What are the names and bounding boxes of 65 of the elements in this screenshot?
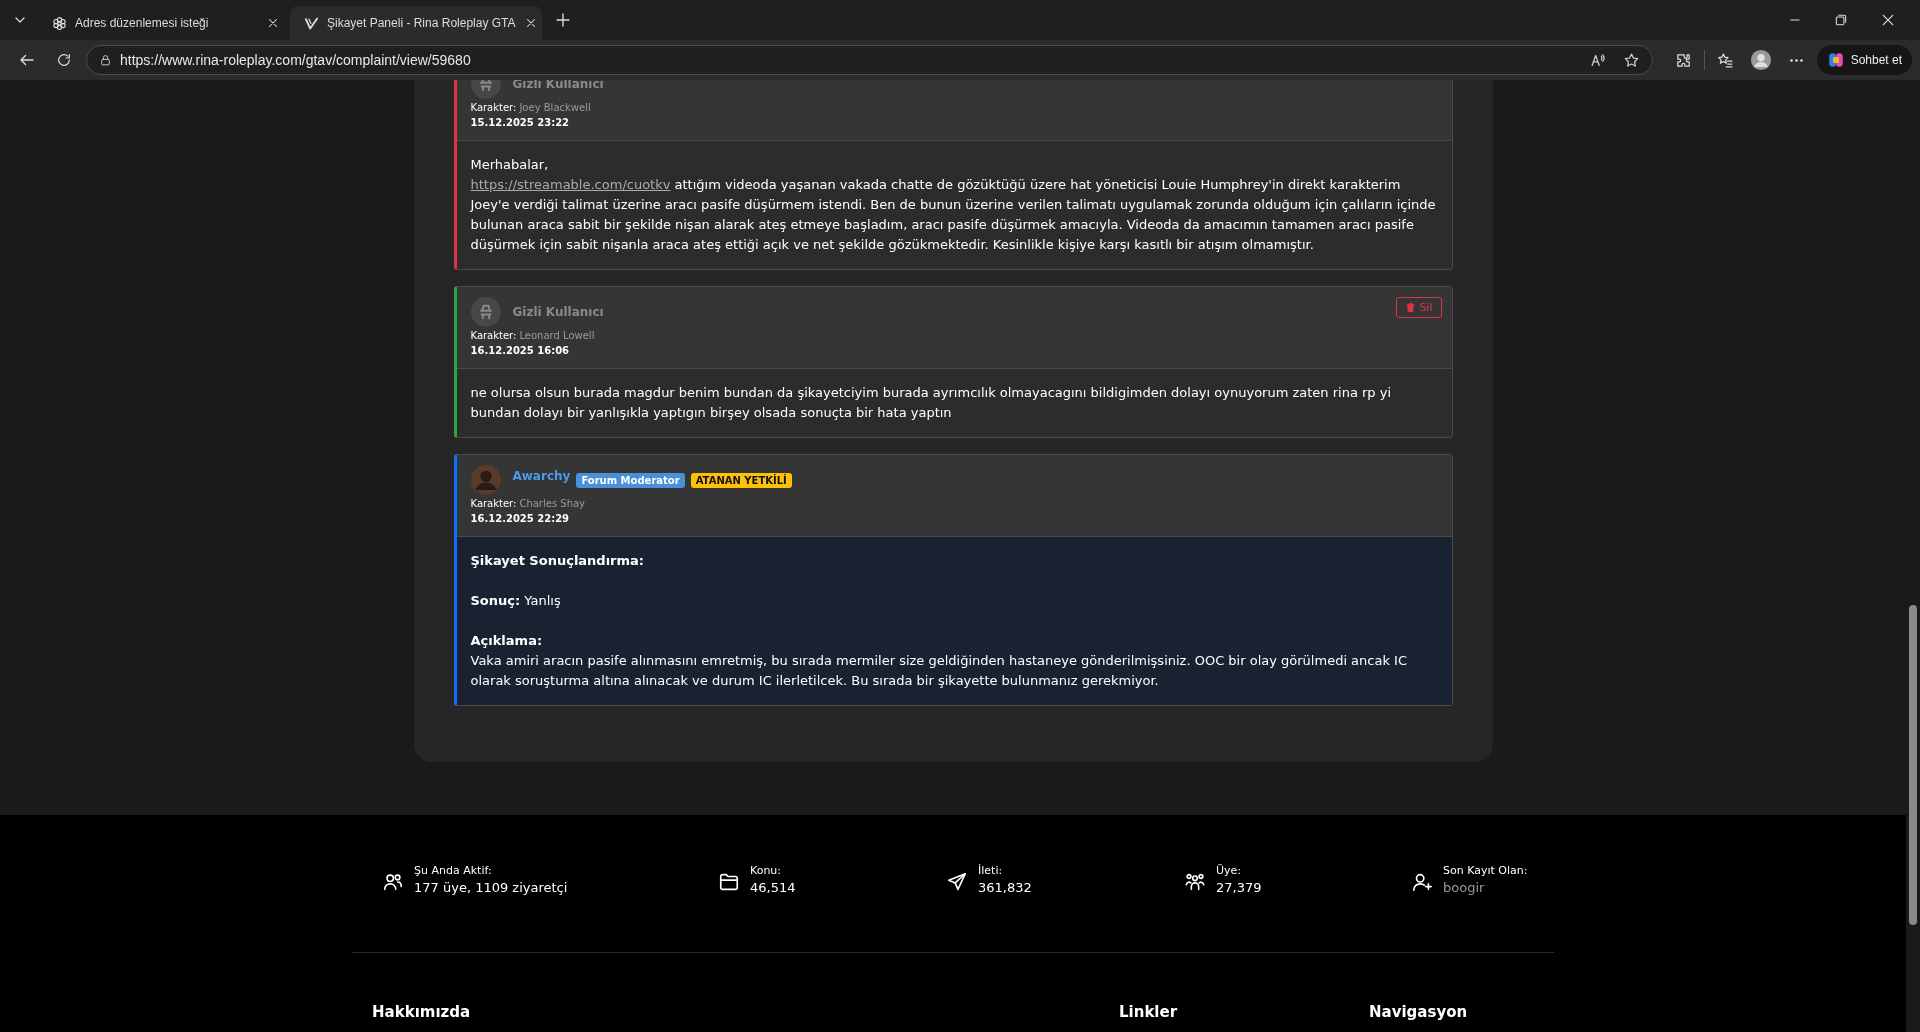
tab-title: Şikayet Paneli - Rina Roleplay GTA (327, 16, 516, 30)
url-text: https://www.rina-roleplay.com/gtav/complaint/view/59680 (120, 52, 471, 68)
stat-value: 46,514 (750, 879, 796, 897)
profile-icon[interactable] (1749, 49, 1772, 71)
address-bar[interactable]: https://www.rina-roleplay.com/gtav/complaint/view/59680 (86, 45, 1653, 75)
character-label: Karakter: (470, 498, 517, 509)
read-aloud-icon[interactable] (1589, 51, 1607, 69)
paragraph: Vaka amiri aracın pasife alınmasını emretmiş, bu sırada mermiler size geldiğinden hastaneye gönderilmişsiniz. OOC bir olay görülmedi ancak IC olarak soruşturma altına alınacak ve durum IC ilerletilcek. Bu sırada bir şikayette bulunmanız gerekmiyor. (470, 652, 1408, 690)
stat-label: Üye: (1216, 863, 1243, 879)
paper-plane-icon (946, 871, 968, 893)
section-heading: Açıklama: (470, 632, 544, 650)
close-icon[interactable] (1880, 12, 1896, 28)
author-name[interactable]: Awarchy (512, 469, 571, 483)
favorites-icon[interactable] (1716, 51, 1734, 69)
folder-icon (718, 871, 740, 893)
stat-value: 177 üye, 1109 ziyaretçi (414, 879, 568, 897)
footer-heading: Hakkımızda (372, 1003, 472, 1021)
footer-heading: Navigasyon (1369, 1003, 1469, 1021)
puzzle-icon[interactable] (1674, 51, 1692, 69)
character-label: Karakter: (470, 102, 517, 113)
stat-label: Şu Anda Aktif: (414, 863, 493, 879)
user-link[interactable]: boogir (1443, 879, 1528, 897)
close-icon[interactable] (266, 16, 280, 30)
scrollbar-thumb[interactable] (1909, 605, 1917, 925)
browser-tab[interactable]: Şikayet Paneli - Rina Roleplay GTA (290, 6, 542, 40)
scrollbar[interactable] (1906, 80, 1920, 1032)
user-plus-icon (1411, 871, 1433, 893)
character-name: Leonard Lowell (519, 330, 595, 341)
role-badge: ATANAN YETKİLİ (690, 472, 792, 488)
users-icon (382, 871, 404, 893)
anonymous-avatar (470, 297, 501, 327)
paragraph: Sonuç: Yanlış (470, 592, 562, 610)
footer-heading: Linkler (1119, 1003, 1179, 1021)
stat-label: İleti: (978, 863, 1004, 879)
author-name[interactable]: Gizli Kullanıcı (512, 305, 604, 319)
stat-value: 361,832 (978, 879, 1032, 897)
stat-value: 27,379 (1216, 879, 1262, 897)
star-icon[interactable] (1622, 51, 1640, 69)
section-heading: Şikayet Sonuçlandırma: (470, 552, 646, 570)
chat-button[interactable]: Sohbet et (1816, 45, 1912, 75)
group-icon (1184, 871, 1206, 893)
comment-date: 15.12.2025 23:22 (470, 116, 571, 130)
paragraph: https://streamable.com/cuotkv attığım videoda yaşanan vakada chatte de gözüktüğü üzere hat yöneticisi Louie Humphrey'in direkt karakterim Joey'e verdiği talimat üzerine aracı pasife düşürmem istendi. Ben de bunun üzerine verilen talimatı uygulamak zorunda olduğum için çalıların içinde bulunan araca sabit bir şekilde nişan alarak ateş etmeye başladım, aracı pasife düşürmek amacıyla. Videoda da amacımın tamamen aracı pasife düşürmek için sabit nişanla araca ateş ettiği açık ve net şekilde gözükmektedir. Kesinlikle kişiye karşı kasıtlı bir atışım olmamıştır. (470, 176, 1436, 254)
logo-icon (304, 15, 319, 31)
comment-date: 16.12.2025 22:29 (470, 512, 571, 526)
new-tab-icon[interactable] (554, 11, 572, 29)
paragraph: Merhabalar, (470, 156, 550, 174)
trash-icon (1405, 302, 1417, 313)
lock-icon (99, 53, 112, 67)
link[interactable]: https://streamable.com/cuotkv (470, 177, 671, 192)
paragraph: ne olursa olsun burada magdur benim bundan da şikayetciyim burada ayrımcılık olmayacagını bildigimden dolayı oynuyorum zaten rina rp yi bundan dolayı bir yanlışıkla yaptıgın birşey olsada sonuçta bir hata yaptın (470, 384, 1393, 422)
comment-date: 16.12.2025 16:06 (470, 344, 571, 358)
character-name: Charles Shay (519, 498, 586, 509)
tab-title: Adres düzenlemesi isteği (75, 16, 210, 30)
copilot-icon (1826, 51, 1845, 69)
role-badge: Forum Moderator (576, 472, 685, 488)
refresh-icon[interactable] (56, 52, 72, 68)
stat-label: Konu: (750, 863, 783, 879)
character-name: Joey Blackwell (519, 102, 591, 113)
restore-icon[interactable] (1834, 13, 1848, 27)
stat-label: Son Kayıt Olan: (1443, 863, 1528, 879)
avatar (470, 465, 501, 495)
browser-tab[interactable]: Adres düzenlemesi isteği (38, 6, 290, 40)
flower-icon (52, 15, 67, 31)
character-label: Karakter: (470, 330, 517, 341)
